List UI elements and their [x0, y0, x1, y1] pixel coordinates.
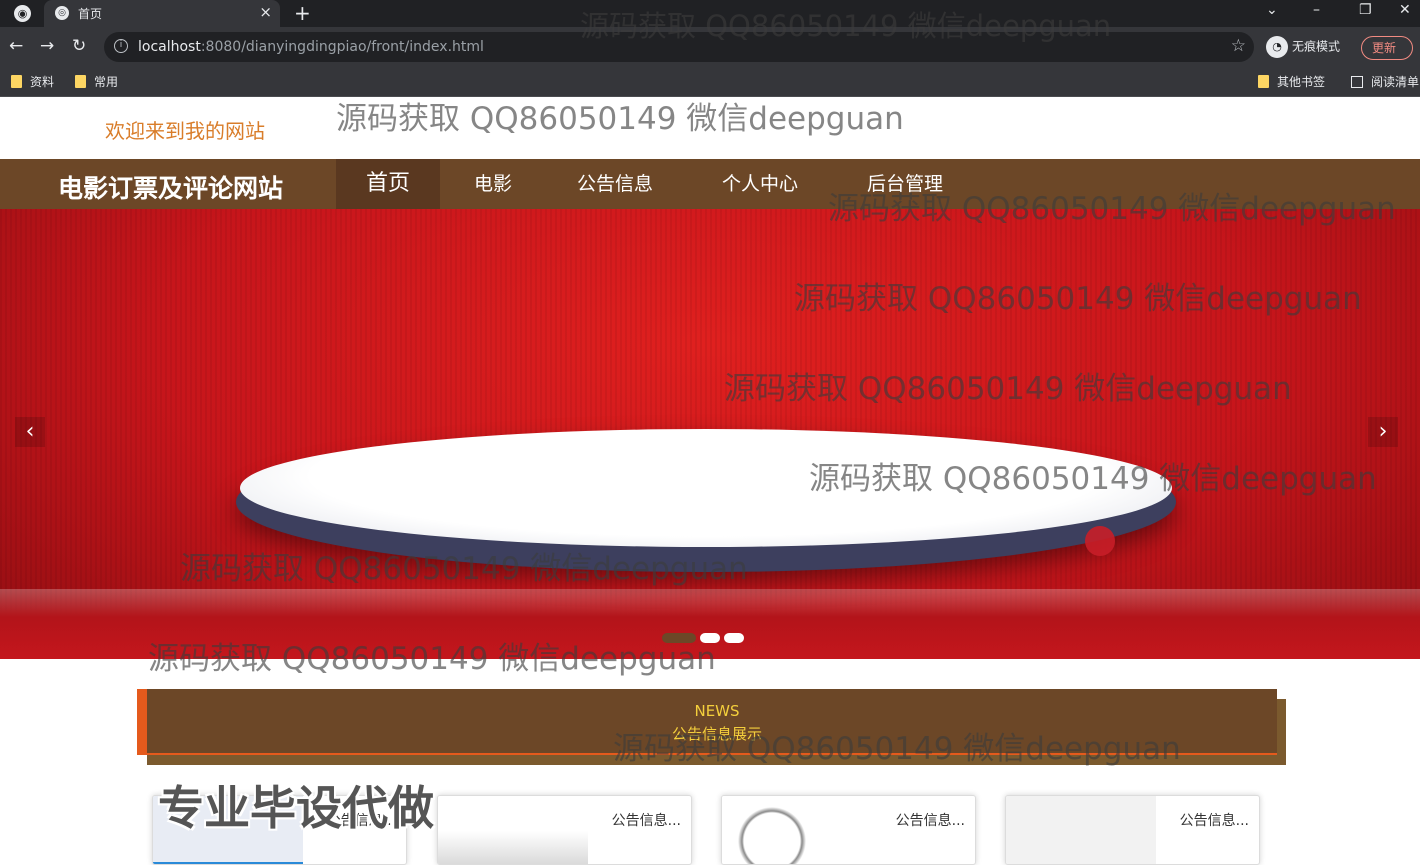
forward-icon[interactable]: →: [40, 36, 54, 56]
card-thumbnail: [722, 796, 872, 864]
other-bookmarks[interactable]: 其他书签: [1258, 73, 1325, 90]
ad-overlay-text: 专业毕设代做: [158, 781, 434, 835]
nav-admin[interactable]: 后台管理: [867, 159, 943, 209]
close-tab-icon[interactable]: ×: [259, 3, 272, 21]
new-tab-button[interactable]: +: [294, 1, 311, 25]
stage-platform: [240, 429, 1172, 547]
tab-title: 首页: [78, 7, 103, 21]
main-navbar: 电影订票及评论网站 首页 电影 公告信息 个人中心 后台管理: [0, 159, 1420, 209]
site-title: 电影订票及评论网站: [58, 174, 284, 203]
news-label-en: NEWS: [694, 702, 740, 720]
cursor-highlight: [1085, 526, 1115, 556]
incognito-indicator[interactable]: ◔ 无痕模式: [1266, 36, 1340, 60]
banner-carousel[interactable]: ‹ ›: [0, 209, 1420, 659]
bookmark-folder-ziliao[interactable]: 资料: [11, 73, 54, 90]
info-icon[interactable]: i: [114, 39, 128, 53]
watermark: 源码获取 QQ86050149 微信deepguan: [336, 101, 904, 137]
window-close-icon[interactable]: ✕: [1399, 2, 1411, 18]
reload-icon[interactable]: ↻: [72, 36, 86, 56]
address-bar[interactable]: i localhost:8080/dianyingdingpiao/front/…: [104, 32, 1254, 62]
card-thumbnail: [1006, 796, 1156, 864]
carousel-next-arrow-icon[interactable]: ›: [1368, 417, 1398, 447]
url-text[interactable]: localhost:8080/dianyingdingpiao/front/in…: [138, 39, 484, 55]
carousel-dot-3[interactable]: [724, 633, 744, 643]
carousel-prev-arrow-icon[interactable]: ‹: [15, 417, 45, 447]
bookmarks-bar: 资料 常用 其他书签 阅读清单: [0, 67, 1420, 97]
folder-icon: [75, 75, 86, 88]
carousel-indicators: [662, 628, 748, 647]
news-header: NEWS 公告信息展示: [137, 689, 1277, 755]
browser-tab-active[interactable]: ◎ 首页 ×: [44, 0, 280, 27]
back-icon[interactable]: ←: [9, 36, 23, 56]
browser-tab-strip: ◉ ◎ 首页 × + ⌄ – ❐ ✕: [0, 0, 1420, 27]
nav-personal-center[interactable]: 个人中心: [722, 159, 798, 209]
bookmark-star-icon[interactable]: ☆: [1231, 36, 1246, 56]
carousel-dot-1[interactable]: [662, 633, 696, 643]
reading-list[interactable]: 阅读清单: [1351, 73, 1419, 90]
incognito-icon: ◔: [1266, 36, 1288, 58]
bookmark-folder-changyong[interactable]: 常用: [75, 73, 118, 90]
folder-icon: [1258, 75, 1269, 88]
folder-icon: [11, 75, 22, 88]
minimize-icon[interactable]: –: [1313, 2, 1320, 18]
update-button[interactable]: 更新: [1361, 36, 1413, 60]
welcome-text: 欢迎来到我的网站: [105, 119, 265, 143]
announcement-card[interactable]: 公告信息...: [1005, 795, 1260, 865]
reading-list-icon: [1351, 76, 1363, 88]
globe-icon: ◎: [55, 6, 69, 20]
banner-floor: [0, 589, 1420, 659]
restore-icon[interactable]: ❐: [1359, 2, 1372, 18]
news-label-cn: 公告信息展示: [671, 725, 762, 743]
card-thumbnail: [438, 796, 588, 864]
tab-search-icon[interactable]: ⌄: [1266, 2, 1278, 18]
card-title: 公告信息...: [1179, 813, 1249, 829]
chrome-menu-icon[interactable]: ◉: [14, 5, 31, 22]
nav-home[interactable]: 首页: [336, 159, 440, 209]
card-title: 公告信息...: [611, 813, 681, 829]
card-title: 公告信息...: [895, 813, 965, 829]
nav-announcements[interactable]: 公告信息: [577, 159, 653, 209]
announcement-card[interactable]: 公告信息...: [437, 795, 692, 865]
browser-toolbar: ← → ↻ i localhost:8080/dianyingdingpiao/…: [0, 27, 1420, 67]
nav-movies[interactable]: 电影: [474, 159, 512, 209]
carousel-dot-2[interactable]: [700, 633, 720, 643]
announcement-card[interactable]: 公告信息...: [721, 795, 976, 865]
